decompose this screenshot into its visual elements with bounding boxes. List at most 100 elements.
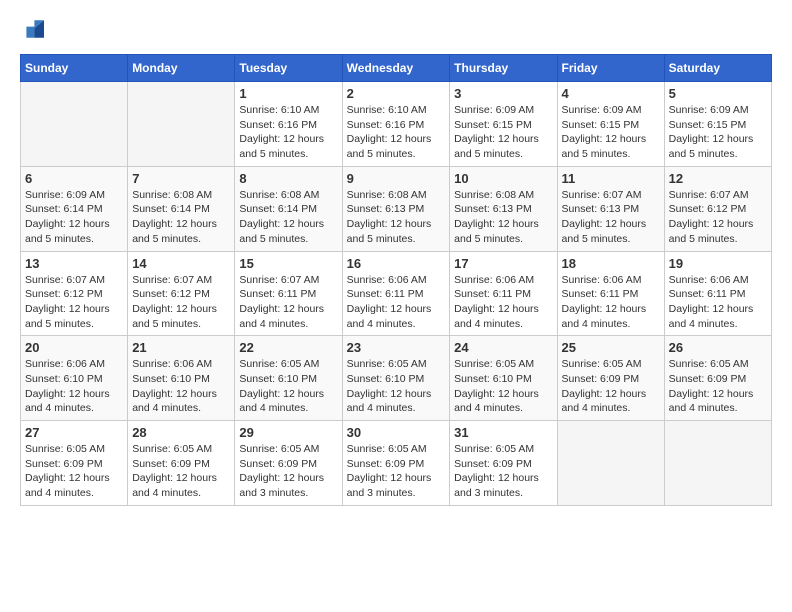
day-info: Sunrise: 6:09 AM Sunset: 6:15 PM Dayligh…: [454, 103, 552, 162]
calendar-cell: 20Sunrise: 6:06 AM Sunset: 6:10 PM Dayli…: [21, 336, 128, 421]
calendar-cell: 12 Sunrise: 6:07 AM Sunset: 6:12 PM Dayli…: [664, 166, 771, 251]
day-info: Sunrise: 6:09 AM Sunset: 6:14 PM Dayligh…: [25, 188, 123, 247]
col-header-thursday: Thursday: [450, 55, 557, 82]
day-number: 25: [562, 340, 660, 355]
calendar-cell: 2 Sunrise: 6:10 AM Sunset: 6:16 PM Daylig…: [342, 82, 450, 167]
day-number: 26: [669, 340, 767, 355]
day-info: Sunrise: 6:07 AM Sunset: 6:13 PM Dayligh…: [562, 188, 660, 247]
day-number: 6: [25, 171, 123, 186]
calendar-cell: 26 Sunrise: 6:05 AM Sunset: 6:09 PM Dayli…: [664, 336, 771, 421]
calendar-cell: 5 Sunrise: 6:09 AM Sunset: 6:15 PM Daylig…: [664, 82, 771, 167]
calendar-cell: 30Sunrise: 6:05 AM Sunset: 6:09 PM Dayli…: [342, 421, 450, 506]
calendar-cell: 6 Sunrise: 6:09 AM Sunset: 6:14 PM Daylig…: [21, 166, 128, 251]
day-number: 15: [239, 256, 337, 271]
calendar-cell: 28 Sunrise: 6:05 AM Sunset: 6:09 PM Dayli…: [128, 421, 235, 506]
calendar-cell: 13 Sunrise: 6:07 AM Sunset: 6:12 PM Dayli…: [21, 251, 128, 336]
day-info: Sunrise: 6:09 AM Sunset: 6:15 PM Dayligh…: [669, 103, 767, 162]
calendar-cell: 23 Sunrise: 6:05 AM Sunset: 6:10 PM Dayli…: [342, 336, 450, 421]
calendar-cell: 18Sunrise: 6:06 AM Sunset: 6:11 PM Dayli…: [557, 251, 664, 336]
day-info: Sunrise: 6:07 AM Sunset: 6:12 PM Dayligh…: [669, 188, 767, 247]
day-info: Sunrise: 6:06 AM Sunset: 6:11 PM Dayligh…: [454, 273, 552, 332]
day-number: 7: [132, 171, 230, 186]
day-number: 1: [239, 86, 337, 101]
col-header-monday: Monday: [128, 55, 235, 82]
calendar-cell: 21Sunrise: 6:06 AM Sunset: 6:10 PM Dayli…: [128, 336, 235, 421]
day-info: Sunrise: 6:07 AM Sunset: 6:12 PM Dayligh…: [132, 273, 230, 332]
day-number: 16: [347, 256, 446, 271]
calendar-cell: 8 Sunrise: 6:08 AM Sunset: 6:14 PM Daylig…: [235, 166, 342, 251]
calendar-cell: 11Sunrise: 6:07 AM Sunset: 6:13 PM Dayli…: [557, 166, 664, 251]
day-number: 13: [25, 256, 123, 271]
day-number: 9: [347, 171, 446, 186]
day-info: Sunrise: 6:05 AM Sunset: 6:09 PM Dayligh…: [132, 442, 230, 501]
calendar-cell: 4 Sunrise: 6:09 AM Sunset: 6:15 PM Daylig…: [557, 82, 664, 167]
calendar-cell: 19Sunrise: 6:06 AM Sunset: 6:11 PM Dayli…: [664, 251, 771, 336]
calendar-cell: 15 Sunrise: 6:07 AM Sunset: 6:11 PM Dayli…: [235, 251, 342, 336]
calendar-cell: 9 Sunrise: 6:08 AM Sunset: 6:13 PM Daylig…: [342, 166, 450, 251]
day-number: 22: [239, 340, 337, 355]
day-info: Sunrise: 6:05 AM Sunset: 6:09 PM Dayligh…: [669, 357, 767, 416]
week-row: 13 Sunrise: 6:07 AM Sunset: 6:12 PM Dayli…: [21, 251, 772, 336]
calendar-cell: 7 Sunrise: 6:08 AM Sunset: 6:14 PM Daylig…: [128, 166, 235, 251]
calendar-cell: 31Sunrise: 6:05 AM Sunset: 6:09 PM Dayli…: [450, 421, 557, 506]
calendar-cell: 17 Sunrise: 6:06 AM Sunset: 6:11 PM Dayli…: [450, 251, 557, 336]
day-number: 17: [454, 256, 552, 271]
day-info: Sunrise: 6:08 AM Sunset: 6:13 PM Dayligh…: [454, 188, 552, 247]
day-info: Sunrise: 6:05 AM Sunset: 6:09 PM Dayligh…: [25, 442, 123, 501]
header-row: SundayMondayTuesdayWednesdayThursdayFrid…: [21, 55, 772, 82]
day-info: Sunrise: 6:05 AM Sunset: 6:09 PM Dayligh…: [239, 442, 337, 501]
col-header-saturday: Saturday: [664, 55, 771, 82]
day-number: 8: [239, 171, 337, 186]
day-number: 24: [454, 340, 552, 355]
week-row: 1 Sunrise: 6:10 AM Sunset: 6:16 PM Daylig…: [21, 82, 772, 167]
day-info: Sunrise: 6:05 AM Sunset: 6:10 PM Dayligh…: [239, 357, 337, 416]
col-header-wednesday: Wednesday: [342, 55, 450, 82]
calendar-cell: 24Sunrise: 6:05 AM Sunset: 6:10 PM Dayli…: [450, 336, 557, 421]
header: [20, 20, 772, 38]
day-number: 19: [669, 256, 767, 271]
day-number: 29: [239, 425, 337, 440]
day-info: Sunrise: 6:07 AM Sunset: 6:11 PM Dayligh…: [239, 273, 337, 332]
day-number: 31: [454, 425, 552, 440]
day-number: 27: [25, 425, 123, 440]
day-number: 30: [347, 425, 446, 440]
day-info: Sunrise: 6:08 AM Sunset: 6:14 PM Dayligh…: [239, 188, 337, 247]
calendar-cell: 1 Sunrise: 6:10 AM Sunset: 6:16 PM Daylig…: [235, 82, 342, 167]
day-number: 3: [454, 86, 552, 101]
calendar-cell: 3 Sunrise: 6:09 AM Sunset: 6:15 PM Daylig…: [450, 82, 557, 167]
calendar-cell: 29 Sunrise: 6:05 AM Sunset: 6:09 PM Dayli…: [235, 421, 342, 506]
day-number: 14: [132, 256, 230, 271]
day-number: 4: [562, 86, 660, 101]
day-info: Sunrise: 6:10 AM Sunset: 6:16 PM Dayligh…: [239, 103, 337, 162]
day-number: 12: [669, 171, 767, 186]
day-number: 21: [132, 340, 230, 355]
day-info: Sunrise: 6:07 AM Sunset: 6:12 PM Dayligh…: [25, 273, 123, 332]
col-header-sunday: Sunday: [21, 55, 128, 82]
day-info: Sunrise: 6:10 AM Sunset: 6:16 PM Dayligh…: [347, 103, 446, 162]
calendar-cell: [128, 82, 235, 167]
logo-icon: [20, 20, 44, 38]
calendar-cell: 10 Sunrise: 6:08 AM Sunset: 6:13 PM Dayli…: [450, 166, 557, 251]
day-info: Sunrise: 6:09 AM Sunset: 6:15 PM Dayligh…: [562, 103, 660, 162]
day-info: Sunrise: 6:08 AM Sunset: 6:14 PM Dayligh…: [132, 188, 230, 247]
day-info: Sunrise: 6:08 AM Sunset: 6:13 PM Dayligh…: [347, 188, 446, 247]
day-number: 23: [347, 340, 446, 355]
day-info: Sunrise: 6:06 AM Sunset: 6:11 PM Dayligh…: [347, 273, 446, 332]
day-number: 28: [132, 425, 230, 440]
calendar-cell: 16 Sunrise: 6:06 AM Sunset: 6:11 PM Dayli…: [342, 251, 450, 336]
week-row: 20Sunrise: 6:06 AM Sunset: 6:10 PM Dayli…: [21, 336, 772, 421]
calendar-cell: 14 Sunrise: 6:07 AM Sunset: 6:12 PM Dayli…: [128, 251, 235, 336]
calendar-cell: [664, 421, 771, 506]
calendar-cell: 25 Sunrise: 6:05 AM Sunset: 6:09 PM Dayli…: [557, 336, 664, 421]
day-info: Sunrise: 6:05 AM Sunset: 6:09 PM Dayligh…: [562, 357, 660, 416]
logo: [20, 20, 48, 38]
day-number: 10: [454, 171, 552, 186]
day-number: 5: [669, 86, 767, 101]
day-info: Sunrise: 6:06 AM Sunset: 6:10 PM Dayligh…: [25, 357, 123, 416]
calendar-cell: [557, 421, 664, 506]
day-number: 18: [562, 256, 660, 271]
day-info: Sunrise: 6:05 AM Sunset: 6:10 PM Dayligh…: [347, 357, 446, 416]
day-number: 2: [347, 86, 446, 101]
col-header-friday: Friday: [557, 55, 664, 82]
calendar-cell: [21, 82, 128, 167]
